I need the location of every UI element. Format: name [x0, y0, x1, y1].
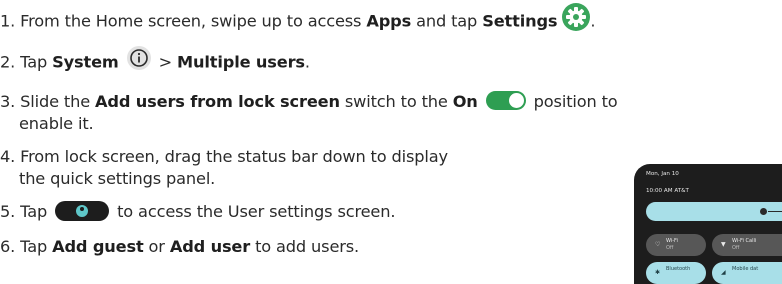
wifi-calling-icon: ▼ — [721, 241, 726, 248]
add-guest-label: Add guest — [52, 237, 144, 256]
step-text: Slide the — [15, 92, 96, 111]
step-text: . — [304, 52, 310, 72]
step-text: . — [590, 11, 596, 31]
toggle-on-icon — [485, 91, 526, 110]
tile-sub: Off — [732, 245, 740, 251]
step-1: 1. From the Home screen, swipe up to acc… — [0, 3, 596, 39]
mobile-data-icon: ◢ — [721, 269, 726, 276]
step-text: or — [143, 237, 170, 256]
step-text: From lock screen, drag the status bar do… — [15, 147, 448, 166]
step-number: 1. — [0, 11, 16, 31]
gear-icon — [562, 3, 591, 37]
step-text: position to — [528, 92, 618, 111]
tile-label: Wi-Fi Calli — [732, 238, 757, 244]
step-text: Tap — [15, 202, 53, 221]
step-text: > — [153, 52, 178, 72]
step-text: and tap — [411, 11, 483, 31]
step-number: 3. — [0, 92, 16, 111]
step-3: 3. Slide the Add users from lock screen … — [0, 90, 618, 113]
step-text: enable it. — [19, 114, 94, 133]
step-text: From the Home screen, swipe up to access — [15, 11, 367, 31]
step-text: to add users. — [250, 237, 360, 256]
brightness-track — [768, 211, 782, 212]
add-user-label: Add user — [169, 237, 251, 256]
step-number: 5. — [0, 202, 16, 221]
step-3-continuation: enable it. — [19, 112, 94, 135]
tile-label: Mobile dat — [732, 266, 759, 272]
step-number: 2. — [0, 52, 16, 72]
step-text: Tap — [15, 237, 53, 256]
tile-sub: Off — [666, 245, 674, 251]
system-label: System — [52, 52, 119, 72]
tile-label: Wi-Fi — [666, 238, 678, 244]
step-2: 2. Tap System > Multiple users. — [0, 46, 310, 78]
step-4-continuation: the quick settings panel. — [19, 167, 215, 190]
step-text: Tap — [15, 52, 53, 72]
multiple-users-label: Multiple users — [177, 52, 305, 72]
phone-quick-settings-image: Mon, Jan 10 10:00 AM AT&T + ♡ Wi-Fi Off … — [634, 164, 782, 284]
step-5: 5. Tap to access the User settings scree… — [0, 200, 396, 223]
add-users-lock-screen-label: Add users from lock screen — [95, 92, 340, 111]
bluetooth-icon: ✱ — [655, 269, 661, 276]
tile-wifi-calling: ▼ Wi-Fi Calli Off — [712, 234, 782, 256]
tile-label: Bluetooth — [666, 266, 691, 272]
step-number: 4. — [0, 147, 16, 166]
settings-label: Settings — [482, 11, 558, 31]
phone-date: Mon, Jan 10 — [646, 171, 679, 177]
step-text: switch to the — [339, 92, 453, 111]
on-label: On — [452, 92, 478, 111]
wifi-icon: ♡ — [655, 241, 661, 248]
tile-mobile-data: ◢ Mobile dat — [712, 262, 782, 284]
step-text: the quick settings panel. — [19, 169, 216, 188]
phone-time-carrier: 10:00 AM AT&T — [646, 188, 689, 194]
tile-wifi: ♡ Wi-Fi Off — [646, 234, 706, 256]
apps-label: Apps — [366, 11, 412, 31]
brightness-knob — [760, 208, 767, 215]
info-icon — [126, 46, 151, 76]
user-icon — [55, 200, 110, 221]
tile-bluetooth: ✱ Bluetooth — [646, 262, 706, 284]
step-4: 4. From lock screen, drag the status bar… — [0, 145, 448, 168]
step-6: 6. Tap Add guest or Add user to add user… — [0, 235, 359, 258]
step-text: to access the User settings screen. — [112, 202, 396, 221]
step-number: 6. — [0, 237, 16, 256]
